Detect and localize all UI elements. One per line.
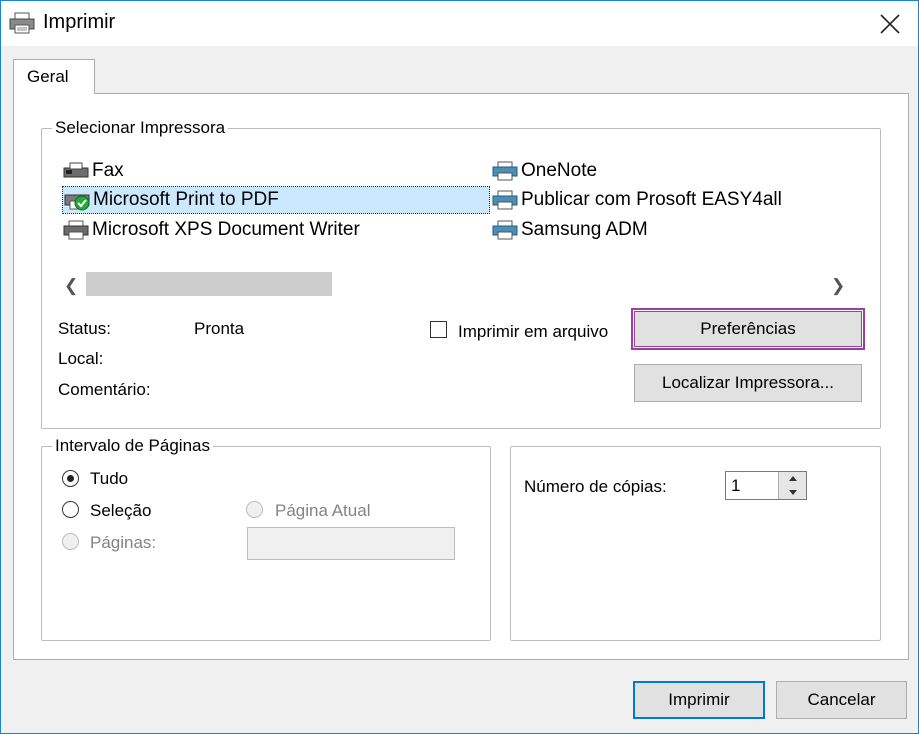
pages-input[interactable] xyxy=(247,527,455,560)
copies-value[interactable]: 1 xyxy=(731,476,740,496)
printer-item-microsoft-print-to-pdf[interactable]: Microsoft Print to PDF xyxy=(62,186,490,214)
tab-panel-geral: Selecionar Impressora Fax Microsoft Prin… xyxy=(13,93,909,660)
printer-icon xyxy=(492,161,518,181)
printer-item-samsung-adm[interactable]: Samsung ADM xyxy=(491,216,648,244)
page-range-group: Intervalo de Páginas Tudo Seleção Página… xyxy=(41,436,491,641)
printer-name: Publicar com Prosoft EASY4all xyxy=(521,189,782,210)
print-to-file-checkbox[interactable] xyxy=(430,321,447,338)
location-label: Local: xyxy=(58,349,104,368)
title-bar: Imprimir xyxy=(1,1,918,46)
select-printer-group-label: Selecionar Impressora xyxy=(52,118,229,138)
printer-name: OneNote xyxy=(521,160,598,181)
radio-selection-label[interactable]: Seleção xyxy=(90,501,151,521)
tab-label: Geral xyxy=(27,67,69,86)
select-printer-group: Selecionar Impressora Fax Microsoft Prin… xyxy=(41,118,881,429)
radio-pages[interactable] xyxy=(62,533,79,550)
copies-label: Número de cópias: xyxy=(524,477,667,496)
radio-selection[interactable] xyxy=(62,501,79,518)
status-label: Status: xyxy=(58,319,111,338)
printer-item-prosoft[interactable]: Publicar com Prosoft EASY4all xyxy=(491,186,782,214)
printer-icon xyxy=(63,220,89,240)
horizontal-scrollbar[interactable]: ❮ ❯ xyxy=(56,270,851,298)
radio-current-page[interactable] xyxy=(246,501,263,518)
printer-item-onenote[interactable]: OneNote xyxy=(491,157,597,185)
printer-icon xyxy=(492,220,518,240)
printer-icon xyxy=(492,190,518,210)
scroll-left-icon[interactable]: ❮ xyxy=(64,276,78,296)
tab-geral[interactable]: Geral xyxy=(13,59,95,94)
find-printer-button[interactable]: Localizar Impressora... xyxy=(634,364,862,402)
cancel-button[interactable]: Cancelar xyxy=(776,681,907,719)
print-dialog: Imprimir Geral Selecionar Impressora Fax… xyxy=(0,0,919,734)
printer-name: Microsoft Print to PDF xyxy=(93,189,279,210)
printer-name: Fax xyxy=(92,160,124,181)
copies-spinner[interactable]: 1 xyxy=(725,471,807,500)
printer-icon xyxy=(9,12,35,34)
radio-current-page-label[interactable]: Página Atual xyxy=(275,501,370,521)
radio-pages-label[interactable]: Páginas: xyxy=(90,533,156,553)
preferences-button[interactable]: Preferências xyxy=(631,308,865,350)
printer-default-icon xyxy=(64,194,90,211)
page-range-group-label: Intervalo de Páginas xyxy=(52,436,213,456)
comment-label: Comentário: xyxy=(58,380,151,399)
close-icon xyxy=(880,13,900,34)
fax-icon xyxy=(63,162,89,178)
scrollbar-thumb[interactable] xyxy=(86,272,332,296)
chevron-down-icon xyxy=(788,489,797,495)
chevron-up-icon xyxy=(788,476,797,481)
close-button[interactable] xyxy=(862,1,918,46)
print-to-file-label[interactable]: Imprimir em arquivo xyxy=(458,322,608,342)
printer-name: Samsung ADM xyxy=(521,219,648,240)
copies-group: Número de cópias: 1 xyxy=(510,446,881,641)
status-value: Pronta xyxy=(194,319,245,338)
spin-up-button[interactable] xyxy=(778,472,806,486)
spin-down-button[interactable] xyxy=(778,485,806,499)
scroll-right-icon[interactable]: ❯ xyxy=(831,276,845,296)
radio-all[interactable] xyxy=(62,470,79,487)
radio-all-label[interactable]: Tudo xyxy=(90,469,128,489)
window-title: Imprimir xyxy=(43,11,116,33)
printer-name: Microsoft XPS Document Writer xyxy=(92,219,360,240)
printer-item-fax[interactable]: Fax xyxy=(62,157,124,185)
printer-item-microsoft-xps[interactable]: Microsoft XPS Document Writer xyxy=(62,216,360,244)
print-button[interactable]: Imprimir xyxy=(633,681,765,719)
printer-list[interactable]: Fax Microsoft Print to PDF Microsoft XPS… xyxy=(56,147,851,298)
